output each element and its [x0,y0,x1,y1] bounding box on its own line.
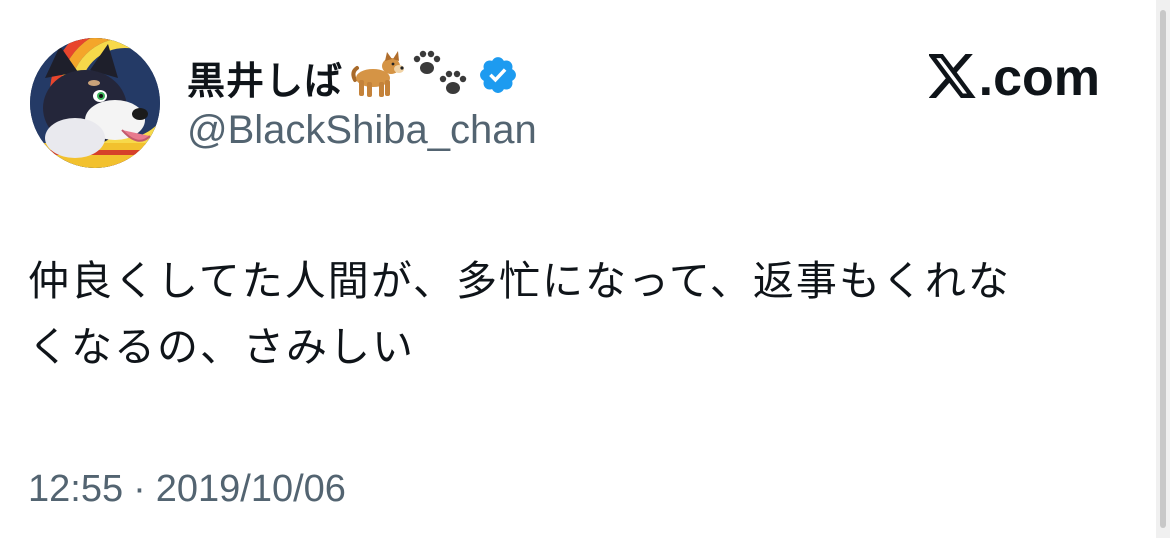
brand-domain: .com [978,49,1100,107]
verified-badge-icon [477,54,519,100]
scrollbar-thumb[interactable] [1160,10,1166,528]
tweet-card: 黒井しば @BlackShiba_chan .com 仲良くしてた人間が、多忙に… [0,0,1150,538]
tweet-time: 12:55 [28,468,124,510]
tweet-text: 仲良くしてた人間が、多忙になって、返事もくれな くなるの、さみしい [28,257,1011,371]
x-logo-icon [927,54,977,102]
author-handle[interactable]: @BlackShiba_chan [187,108,537,153]
vertical-scrollbar[interactable] [1156,0,1170,538]
avatar[interactable] [30,38,160,168]
dog-emoji [349,50,405,104]
tweet-date: 2019/10/06 [155,468,346,510]
author-display-name[interactable]: 黒井しば [187,50,343,105]
timestamp-separator: · [133,468,146,510]
author-name-row[interactable]: 黒井しば [187,50,519,104]
tweet-timestamp[interactable]: 12:55 · 2019/10/06 [28,468,346,511]
brand-watermark: .com [927,49,1100,107]
paw-prints-emoji [411,50,471,104]
